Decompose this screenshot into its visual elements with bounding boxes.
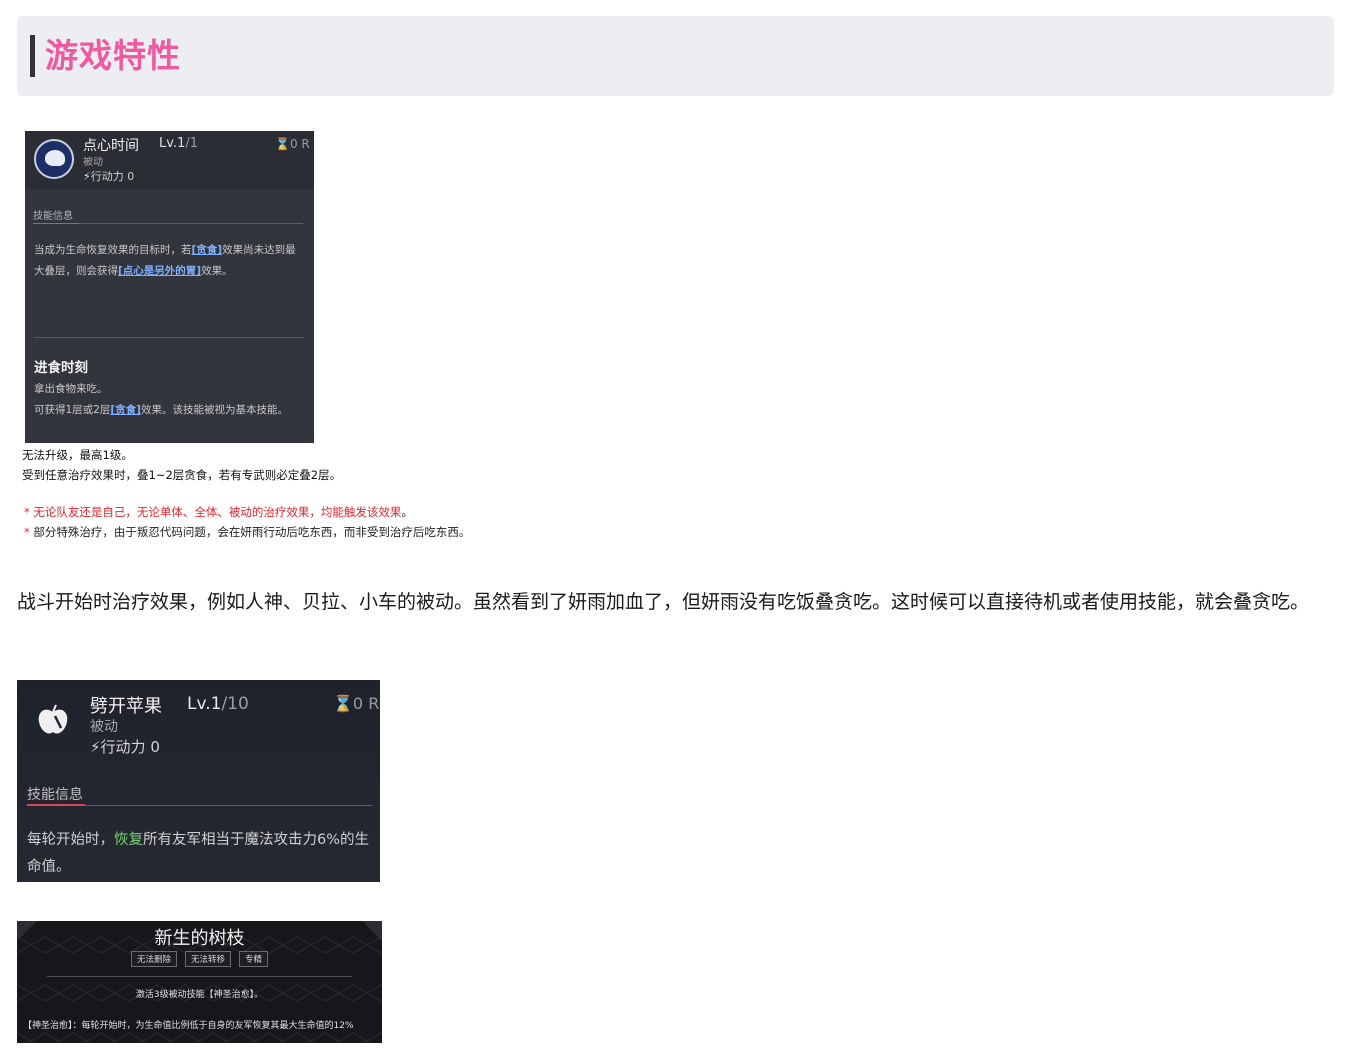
- lightning-icon: ⚡: [83, 170, 91, 183]
- keyword-link[interactable]: [贪食]: [110, 404, 141, 416]
- divider-accent: [27, 804, 85, 806]
- hourglass-icon: ⌛: [333, 694, 353, 713]
- skill-notes: 无法升级，最高1级。 受到任意治疗效果时，叠1~2层贪食，若有专武则必定叠2层。: [22, 448, 342, 482]
- equipment-tags: 无法删除 无法转移 专精: [17, 951, 382, 967]
- equipment-card-new-branch: 新生的树枝 无法删除 无法转移 专精 激活3级被动技能【神圣治愈】。 【神圣治愈…: [17, 921, 382, 1043]
- divider: [47, 976, 352, 977]
- skill-card-dessert-time: 点心时间 Lv.1/1 ⌛0 R 被动 ⚡行动力 0 技能信息 当成为生命恢复效…: [25, 131, 314, 443]
- equipment-effect-detail: 【神圣治愈】：每轮开始时，为生命值比例低于自身的友军恢复其最大生命值的12%: [23, 1021, 354, 1031]
- skill-level: Lv.1/1: [159, 136, 198, 151]
- sub-skill-title: 进食时刻: [34, 360, 88, 376]
- apple-icon: [38, 704, 68, 734]
- cake-icon: [34, 139, 74, 179]
- cooldown: ⌛0 R: [275, 137, 310, 151]
- skill-name: 点心时间: [83, 138, 139, 154]
- divider-accent: [33, 223, 79, 224]
- equipment-effect: 激活3级被动技能【神圣治愈】。: [135, 990, 264, 1000]
- skill-level: Lv.1/10: [187, 694, 249, 714]
- skill-description: 每轮开始时，恢复所有友军相当于魔法攻击力6%的生命值。: [27, 832, 370, 875]
- skill-info-label: 技能信息: [33, 211, 73, 222]
- keyword-link[interactable]: [点心是另外的胃]: [118, 265, 201, 277]
- tag-badge: 无法删除: [130, 951, 177, 967]
- skill-type: 被动: [83, 157, 103, 168]
- skill-description: 当成为生命恢复效果的目标时，若[贪食]效果尚未达到最大叠层，则会获得[点心是另外…: [34, 244, 296, 277]
- section-header: 游戏特性: [17, 16, 1334, 96]
- section-title: 游戏特性: [45, 36, 181, 75]
- cooldown: ⌛0 R: [333, 694, 380, 713]
- hourglass-icon: ⌛: [275, 137, 290, 151]
- skill-card-split-apple: 劈开苹果 Lv.1/10 ⌛0 R 被动 ⚡行动力 0 技能信息 每轮开始时，恢…: [17, 680, 380, 882]
- tag-badge: 专精: [239, 951, 269, 967]
- action-points: ⚡行动力 0: [90, 738, 160, 756]
- equipment-title: 新生的树枝: [154, 928, 245, 949]
- divider: [34, 337, 304, 338]
- skill-info-label: 技能信息: [27, 787, 83, 803]
- sub-skill-description: 拿出食物来吃。 可获得1层或2层[贪食]效果。该技能被视为基本技能。: [34, 383, 288, 416]
- keyword-link[interactable]: [贪食]: [192, 244, 223, 256]
- skill-type: 被动: [90, 719, 118, 735]
- warning-notes: * 无论队友还是自己，无论单体、全体、被动的治疗效果，均能触发该效果。 * 部分…: [24, 505, 471, 539]
- tag-badge: 无法转移: [184, 951, 231, 967]
- skill-name: 劈开苹果: [90, 696, 162, 717]
- body-paragraph: 战斗开始时治疗效果，例如人神、贝拉、小车的被动。虽然看到了妍雨加血了，但妍雨没有…: [17, 591, 1310, 613]
- lightning-icon: ⚡: [90, 738, 101, 756]
- action-points: ⚡行动力 0: [83, 170, 135, 183]
- section-accent-bar: [30, 35, 35, 77]
